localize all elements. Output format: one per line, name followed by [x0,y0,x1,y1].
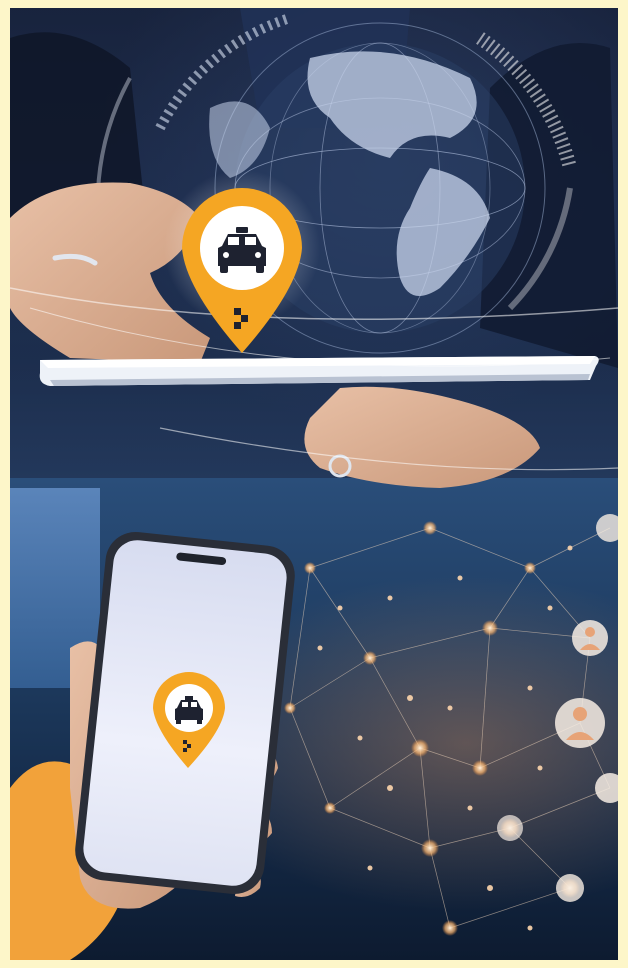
people-network-icon [284,514,618,936]
scene-illustration [10,8,618,960]
photo-frame [10,8,618,960]
